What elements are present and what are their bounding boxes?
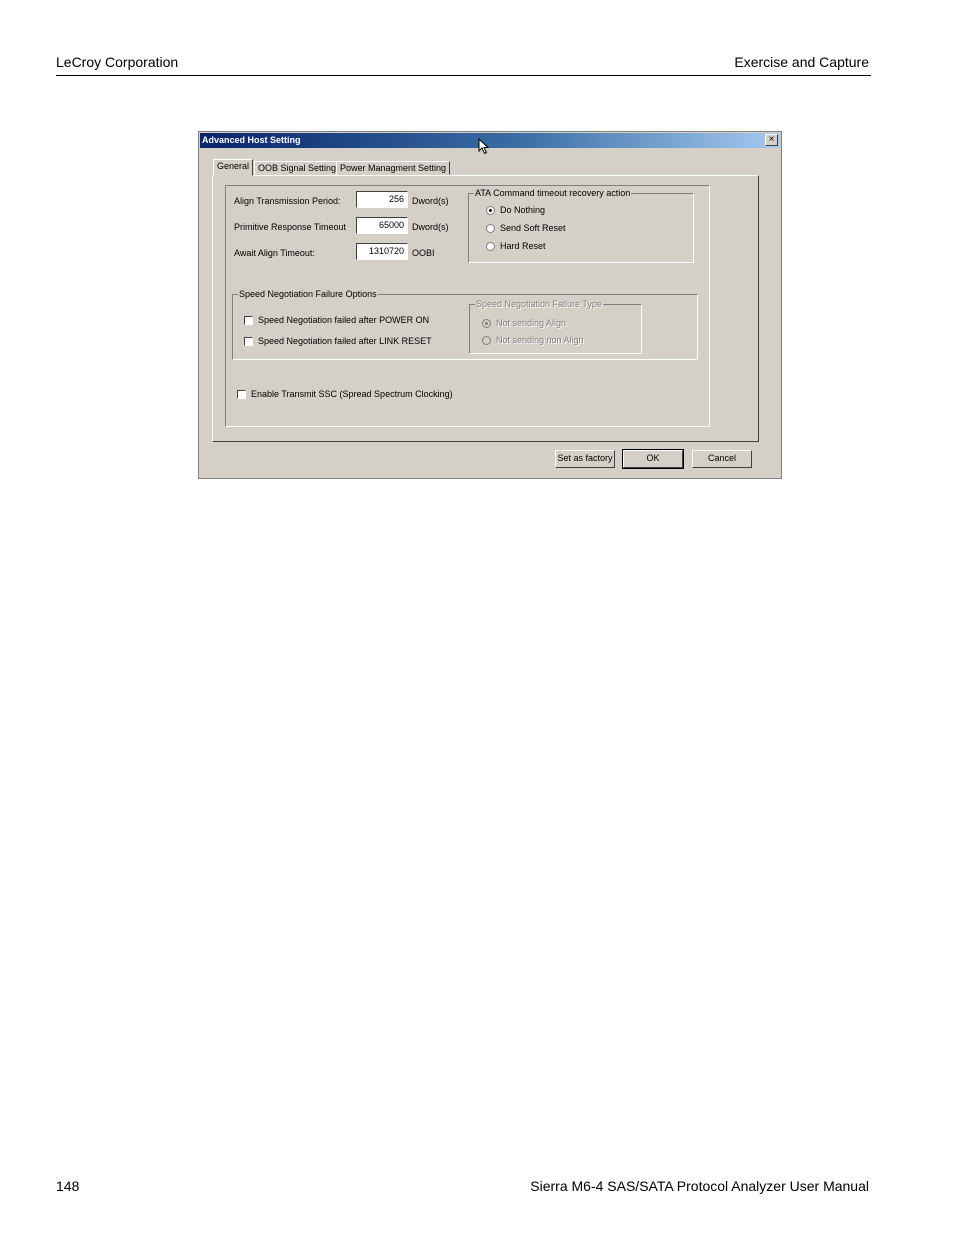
- radio-not-sending-non-align[interactable]: [482, 336, 491, 345]
- primitive-response-timeout-label: Primitive Response Timeout: [234, 222, 347, 232]
- footer-page-number: 148: [56, 1178, 80, 1194]
- checkbox-enable-transmit-ssc[interactable]: [237, 390, 246, 399]
- header-section: Exercise and Capture: [734, 54, 869, 70]
- align-transmission-period-input[interactable]: 256: [356, 191, 408, 208]
- failure-type-title: Speed Negotiation Failure Type: [475, 299, 603, 309]
- hard-reset-label: Hard Reset: [500, 241, 546, 251]
- ata-timeout-recovery-group: ATA Command timeout recovery action Do N…: [468, 188, 694, 263]
- failed-after-link-reset-label: Speed Negotiation failed after LINK RESE…: [258, 336, 432, 346]
- await-align-timeout-unit: OOBI: [412, 248, 435, 258]
- close-button[interactable]: ×: [765, 134, 778, 146]
- close-icon: ×: [768, 134, 775, 145]
- tab-oob-signal-setting[interactable]: OOB Signal Setting: [254, 161, 341, 175]
- primitive-response-timeout-input[interactable]: 65000: [356, 217, 408, 234]
- mouse-pointer-icon: [478, 138, 490, 155]
- footer-manual-title: Sierra M6-4 SAS/SATA Protocol Analyzer U…: [530, 1178, 869, 1194]
- radio-hard-reset[interactable]: [486, 242, 495, 251]
- advanced-host-setting-dialog: Advanced Host Setting × General OOB Sign…: [198, 131, 782, 479]
- speed-negotiation-failure-title: Speed Negotiation Failure Options: [238, 289, 378, 299]
- dialog-titlebar[interactable]: Advanced Host Setting ×: [200, 133, 780, 148]
- not-sending-align-label: Not sending Align: [496, 318, 567, 328]
- tab-general[interactable]: General: [213, 159, 254, 176]
- cancel-button[interactable]: Cancel: [692, 450, 752, 468]
- checkbox-failed-after-link-reset[interactable]: [244, 337, 253, 346]
- header-rule: [56, 75, 871, 76]
- checkbox-failed-after-power-on[interactable]: [244, 316, 253, 325]
- await-align-timeout-label: Await Align Timeout:: [234, 248, 315, 258]
- tab-power-management-setting[interactable]: Power Managment Setting: [336, 161, 451, 175]
- await-align-timeout-input[interactable]: 1310720: [356, 243, 408, 260]
- speed-negotiation-failure-type-group: Speed Negotiation Failure Type Not sendi…: [469, 299, 642, 354]
- failed-after-power-on-label: Speed Negotiation failed after POWER ON: [258, 315, 430, 325]
- radio-send-soft-reset[interactable]: [486, 224, 495, 233]
- general-settings-frame: Align Transmission Period: 256 Dword(s) …: [225, 185, 710, 427]
- general-tab-panel: Align Transmission Period: 256 Dword(s) …: [212, 175, 759, 442]
- speed-negotiation-failure-group: Speed Negotiation Failure Options Speed …: [232, 289, 698, 360]
- send-soft-reset-label: Send Soft Reset: [500, 223, 566, 233]
- primitive-response-timeout-unit: Dword(s): [412, 222, 449, 232]
- not-sending-non-align-label: Not sending non Align: [496, 335, 584, 345]
- radio-not-sending-align[interactable]: [482, 319, 491, 328]
- header-company: LeCroy Corporation: [56, 54, 179, 70]
- do-nothing-label: Do Nothing: [500, 205, 546, 215]
- dialog-title: Advanced Host Setting: [202, 135, 301, 145]
- align-transmission-period-label: Align Transmission Period:: [234, 196, 341, 206]
- ata-timeout-recovery-title: ATA Command timeout recovery action: [474, 188, 632, 198]
- align-transmission-period-unit: Dword(s): [412, 196, 449, 206]
- set-as-factory-button[interactable]: Set as factory: [555, 450, 615, 468]
- ok-button[interactable]: OK: [622, 449, 684, 469]
- radio-do-nothing[interactable]: [486, 206, 495, 215]
- enable-transmit-ssc-label: Enable Transmit SSC (Spread Spectrum Clo…: [251, 389, 453, 399]
